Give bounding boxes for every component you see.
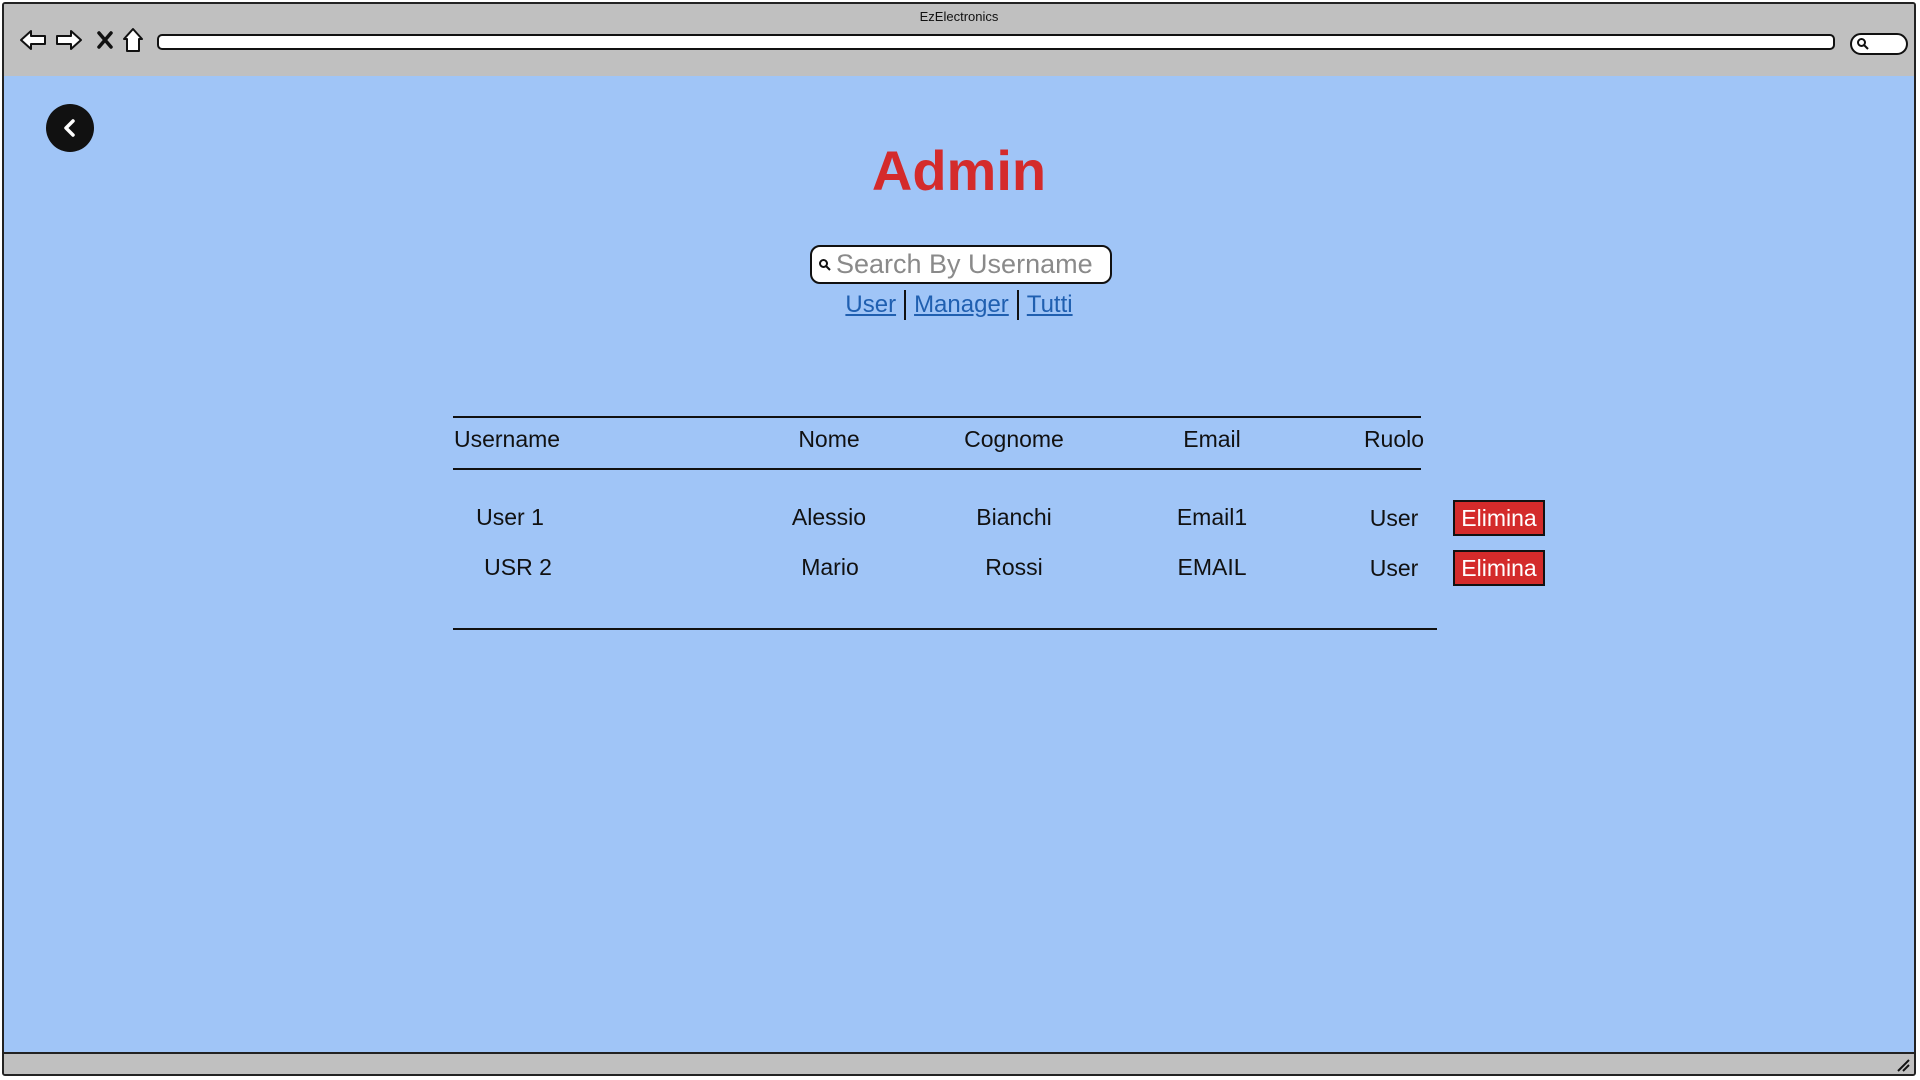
back-arrow-icon[interactable] <box>18 26 48 54</box>
username-search-input[interactable] <box>836 249 1106 280</box>
page-title: Admin <box>871 139 1047 202</box>
window-title: EzElectronics <box>919 9 999 24</box>
header-nome: Nome <box>798 426 860 452</box>
resize-grip-icon[interactable] <box>1894 1056 1910 1072</box>
search-icon <box>819 258 831 271</box>
page-content: Admin User Manager Tutti Username Nome C… <box>4 76 1914 1054</box>
home-icon[interactable] <box>118 26 148 54</box>
username-search-box[interactable] <box>810 245 1112 284</box>
role-filter-links: User Manager Tutti <box>4 290 1914 320</box>
cell-nome: Mario <box>801 554 859 580</box>
browser-window: EzElectronics Admin User Mana <box>2 2 1916 1076</box>
cell-ruolo: User <box>1369 555 1419 581</box>
close-icon[interactable] <box>90 26 120 54</box>
cell-username: User 1 <box>476 504 544 530</box>
cell-email: EMAIL <box>1177 554 1247 580</box>
browser-search-field[interactable] <box>1850 33 1908 55</box>
delete-button[interactable]: Elimina <box>1453 550 1545 586</box>
cell-cognome: Rossi <box>985 554 1043 580</box>
status-bar <box>4 1052 1914 1074</box>
browser-toolbar: EzElectronics <box>4 4 1914 78</box>
table-top-rule <box>453 416 1421 418</box>
forward-arrow-icon[interactable] <box>54 26 84 54</box>
header-cognome: Cognome <box>964 426 1064 452</box>
delete-button[interactable]: Elimina <box>1453 500 1545 536</box>
header-email: Email <box>1183 426 1241 452</box>
filter-link-user[interactable]: User <box>837 291 904 319</box>
cell-ruolo: User <box>1369 505 1419 531</box>
search-icon <box>1857 38 1869 50</box>
table-bottom-rule <box>453 628 1437 630</box>
filter-link-tutti[interactable]: Tutti <box>1019 291 1081 319</box>
address-bar[interactable] <box>157 34 1835 50</box>
cell-email: Email1 <box>1176 504 1248 530</box>
filter-link-manager[interactable]: Manager <box>906 291 1017 319</box>
cell-username: USR 2 <box>484 554 552 580</box>
header-ruolo: Ruolo <box>1363 426 1425 452</box>
header-username: Username <box>454 426 561 452</box>
table-header-rule <box>453 468 1421 470</box>
cell-cognome: Bianchi <box>976 504 1052 530</box>
cell-nome: Alessio <box>791 504 867 530</box>
chevron-left-icon <box>64 119 75 137</box>
